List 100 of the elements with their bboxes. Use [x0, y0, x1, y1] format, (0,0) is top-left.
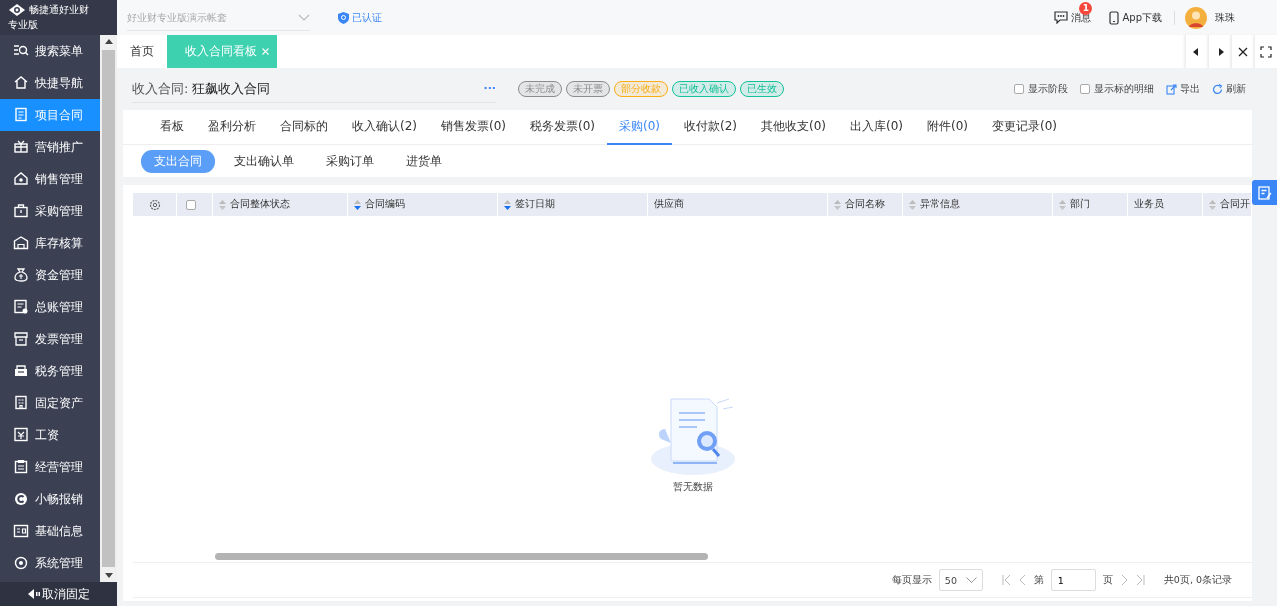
page-size-select[interactable]: 50 [938, 569, 983, 591]
page-tab[interactable]: 首页 [117, 35, 167, 68]
tab[interactable]: 出入库(0) [838, 110, 915, 145]
clipboard-icon [13, 459, 29, 475]
tab[interactable]: 税务发票(0) [518, 110, 607, 145]
shield-icon [338, 11, 349, 24]
notes-button[interactable] [1252, 180, 1277, 205]
menu-item[interactable]: 系统管理 [0, 547, 100, 579]
menu-item[interactable]: 库存核算 [0, 227, 100, 259]
sort-icon[interactable] [1209, 199, 1216, 210]
menu-item[interactable]: 资金管理 [0, 259, 100, 291]
scrollbar[interactable] [100, 35, 117, 582]
app-download-link[interactable]: App下载 [1109, 10, 1162, 25]
status-tag: 未开票 [566, 81, 610, 97]
status-tag: 已生效 [740, 81, 784, 97]
note-icon[interactable] [1257, 185, 1272, 200]
warehouse-icon [13, 235, 29, 251]
tab[interactable]: 附件(0) [915, 110, 980, 145]
menu-item[interactable]: 基础信息 [0, 515, 100, 547]
tax-icon [13, 363, 29, 379]
chevron-down-icon [965, 577, 977, 583]
building-icon [13, 395, 29, 411]
menu-item[interactable]: 小畅报销 [0, 483, 100, 515]
menu-item[interactable]: 经营管理 [0, 451, 100, 483]
menu-item[interactable]: 固定资产 [0, 387, 100, 419]
column-header[interactable]: 供应商 [648, 193, 828, 216]
c-logo-icon [13, 491, 29, 507]
bag-icon [13, 203, 29, 219]
contract-title: 狂飙收入合同 [192, 79, 272, 98]
checkbox[interactable] [1014, 84, 1024, 94]
export-icon [1166, 83, 1177, 95]
first-page-button[interactable] [1001, 574, 1011, 586]
next-page-button[interactable] [1119, 574, 1129, 586]
sort-icon[interactable] [1059, 199, 1066, 210]
column-header[interactable]: 合同名称 [828, 193, 903, 216]
unpin-button[interactable]: 取消固定 [0, 582, 117, 606]
sub-tab[interactable]: 采购订单 [313, 149, 387, 173]
fullscreen-icon[interactable] [1260, 45, 1272, 58]
tab[interactable]: 盈利分析 [196, 110, 268, 145]
column-header[interactable]: 业务员 [1128, 193, 1203, 216]
close-icon[interactable] [1237, 45, 1249, 58]
checkbox[interactable] [186, 199, 196, 210]
tab[interactable]: 合同标的 [268, 110, 340, 145]
tab[interactable]: 销售发票(0) [429, 110, 518, 145]
scroll-thumb[interactable] [215, 553, 708, 560]
column-header[interactable]: 合同整体状态 [213, 193, 348, 216]
column-header[interactable]: 部门 [1053, 193, 1128, 216]
id-card-icon [13, 523, 29, 539]
sort-icon[interactable] [354, 199, 361, 210]
tab[interactable]: 收入确认(2) [340, 110, 429, 145]
scroll-down-icon [104, 573, 113, 578]
user-name[interactable]: 珠珠 [1215, 10, 1235, 25]
menu-item[interactable]: 销售管理 [0, 163, 100, 195]
page-summary: 共0页, 0条记录 [1163, 573, 1232, 587]
tab[interactable]: 收付款(2) [672, 110, 749, 145]
chevron-down-icon [298, 14, 310, 21]
menu-item[interactable]: 搜索菜单 [0, 35, 100, 67]
tab[interactable]: 其他收支(0) [749, 110, 838, 145]
checkbox[interactable] [1080, 84, 1090, 94]
prev-page-button[interactable] [1017, 574, 1027, 586]
field-label: 收入合同: [132, 79, 189, 98]
tab[interactable]: 变更记录(0) [980, 110, 1069, 145]
status-tag: 部分收款 [614, 81, 668, 97]
pin-icon [27, 589, 40, 599]
sub-tab[interactable]: 支出确认单 [221, 149, 307, 173]
sort-icon[interactable] [219, 199, 226, 210]
scroll-up-icon [104, 39, 113, 44]
sort-icon[interactable] [909, 199, 916, 210]
logo-icon [8, 3, 26, 17]
verified-label: 已认证 [352, 10, 382, 25]
gift-icon [13, 139, 29, 155]
menu-item[interactable]: 采购管理 [0, 195, 100, 227]
sort-icon[interactable] [834, 199, 841, 210]
menu-item[interactable]: 发票管理 [0, 323, 100, 355]
page-label: 第 [1033, 573, 1044, 587]
export-button[interactable]: 导出 [1166, 82, 1200, 96]
scroll-thumb[interactable] [102, 50, 115, 567]
sub-tab[interactable]: 进货单 [393, 149, 455, 173]
menu-item[interactable]: 营销推广 [0, 131, 100, 163]
menu-item[interactable]: 工资 [0, 419, 100, 451]
menu-item[interactable]: 税务管理 [0, 355, 100, 387]
brand-name: 畅捷通好业财 [29, 3, 89, 17]
last-page-button[interactable] [1135, 574, 1145, 586]
menu-item[interactable]: 快捷导航 [0, 67, 100, 99]
tab[interactable]: 采购(0) [607, 110, 672, 145]
notification-badge: 1 [1079, 1, 1093, 15]
refresh-button[interactable]: 刷新 [1212, 82, 1246, 96]
column-header[interactable]: 合同编码 [348, 193, 498, 216]
column-header[interactable]: 签订日期 [498, 193, 648, 216]
invoice-icon [13, 331, 29, 347]
edition-label: 专业版 [8, 18, 39, 32]
menu-item[interactable]: 总账管理 [0, 291, 100, 323]
sort-icon[interactable] [504, 199, 511, 210]
page-input[interactable]: 1 [1050, 569, 1096, 591]
house-icon [13, 171, 29, 187]
checkbox-label: 显示标的明细 [1094, 82, 1154, 96]
empty-message: 暂无数据 [672, 481, 713, 494]
tab[interactable]: 看板 [148, 110, 196, 145]
column-header[interactable]: 异常信息 [903, 193, 1053, 216]
page-size-label: 每页显示 [891, 573, 932, 587]
